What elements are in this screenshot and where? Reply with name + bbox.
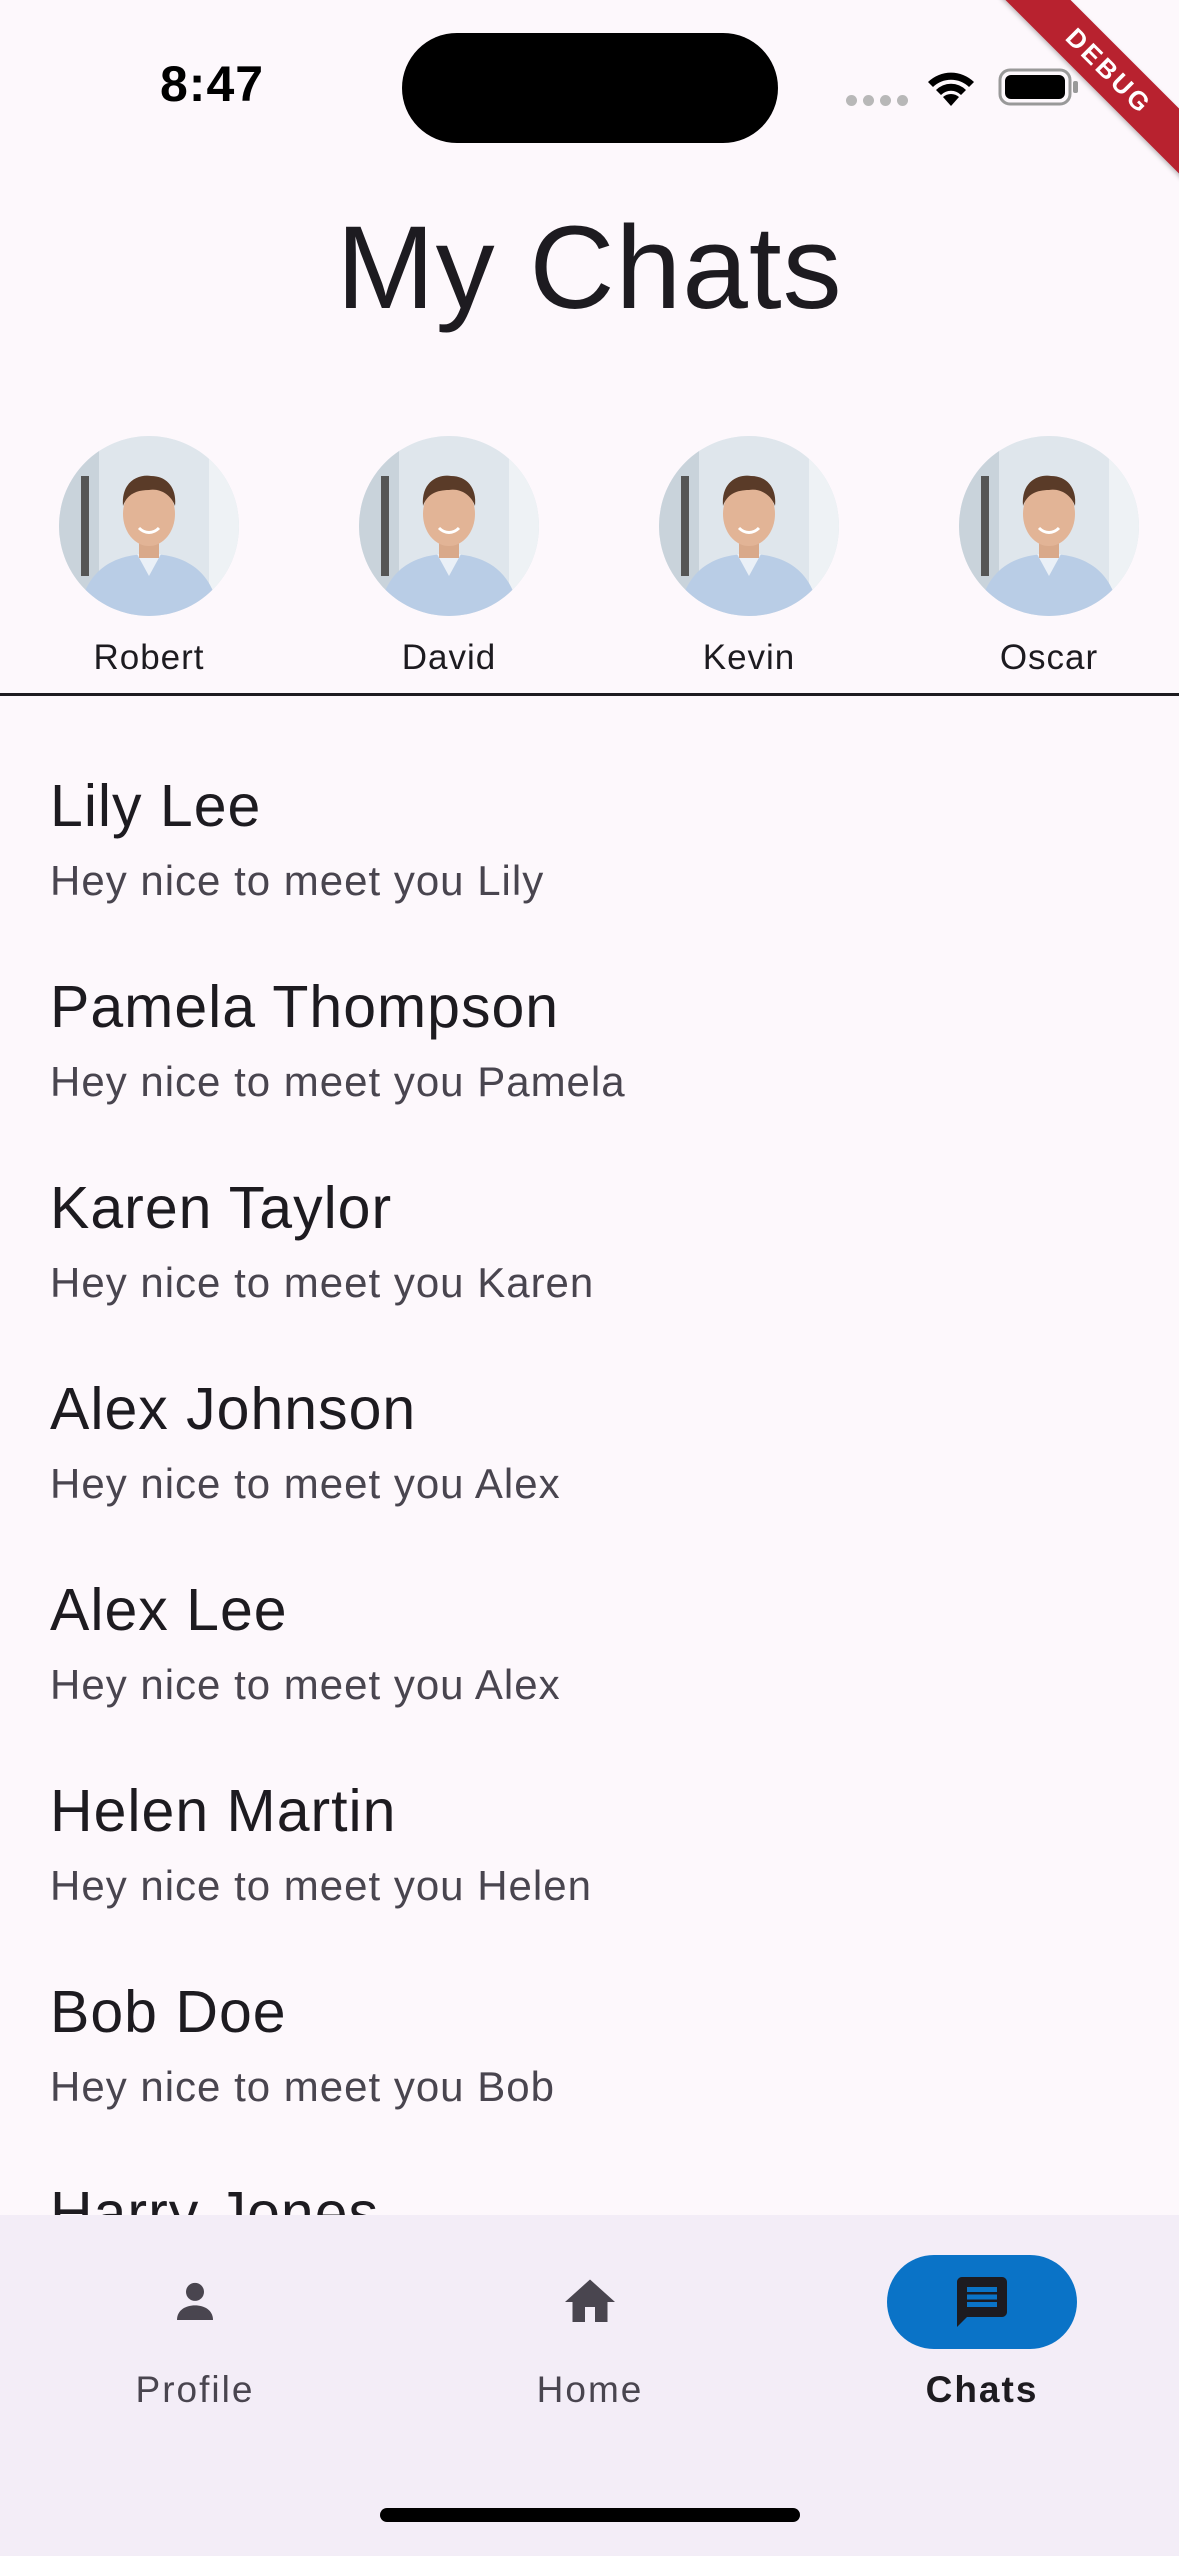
- cellular-signal-icon: [846, 95, 908, 106]
- story-name: Robert: [93, 638, 205, 677]
- chat-item[interactable]: Harry Jones: [0, 2104, 1179, 2215]
- chat-name: Bob Doe: [50, 1979, 287, 2045]
- home-indicator[interactable]: [380, 2508, 800, 2522]
- chat-name: Alex Lee: [50, 1577, 288, 1643]
- nav-item-chats[interactable]: Chats: [832, 2255, 1132, 2411]
- person-icon: [177, 2282, 213, 2320]
- chat-name: Alex Johnson: [50, 1376, 417, 1442]
- nav-item-profile[interactable]: Profile: [45, 2255, 345, 2411]
- story-oscar[interactable]: Oscar: [939, 436, 1159, 678]
- story-name: Oscar: [999, 638, 1099, 677]
- story-kevin[interactable]: Kevin: [639, 436, 859, 678]
- story-david[interactable]: David: [339, 436, 559, 678]
- status-bar: 8:47 DEBUG: [0, 0, 1179, 180]
- story-name: Kevin: [702, 638, 796, 677]
- stories-row: Robert David Kevin Oscar: [0, 436, 1179, 686]
- avatar: [59, 436, 239, 616]
- wifi-icon: [928, 72, 974, 106]
- divider: [0, 693, 1179, 696]
- chat-name: Harry Jones: [50, 2180, 380, 2215]
- chat-item[interactable]: Pamela Thompson Hey nice to meet you Pam…: [0, 898, 1179, 1105]
- chat-name: Helen Martin: [50, 1778, 397, 1844]
- avatar: [959, 436, 1139, 616]
- status-time: 8:47: [160, 56, 265, 112]
- chat-item[interactable]: Alex Johnson Hey nice to meet you Alex: [0, 1300, 1179, 1507]
- nav-indicator: [887, 2255, 1077, 2349]
- chat-item[interactable]: Bob Doe Hey nice to meet you Bob: [0, 1903, 1179, 2110]
- chat-list[interactable]: Lily Lee Hey nice to meet you Lily Pamel…: [0, 697, 1179, 2215]
- chat-item[interactable]: Alex Lee Hey nice to meet you Alex: [0, 1501, 1179, 1708]
- avatar: [359, 436, 539, 616]
- bottom-navigation-bar: Profile Home Chats: [0, 2215, 1179, 2556]
- chat-item[interactable]: Karen Taylor Hey nice to meet you Karen: [0, 1099, 1179, 1306]
- chat-item[interactable]: Lily Lee Hey nice to meet you Lily: [0, 697, 1179, 904]
- page-title: My Chats: [336, 202, 843, 334]
- nav-label: Home: [536, 2369, 644, 2410]
- chat-item[interactable]: Helen Martin Hey nice to meet you Helen: [0, 1702, 1179, 1909]
- chat-name: Karen Taylor: [50, 1175, 393, 1241]
- avatar: [659, 436, 839, 616]
- story-name: David: [401, 638, 497, 677]
- nav-indicator: [495, 2255, 685, 2349]
- chat-icon: [957, 2277, 1007, 2327]
- nav-label: Profile: [135, 2369, 255, 2410]
- story-robert[interactable]: Robert: [39, 436, 259, 678]
- nav-indicator: [100, 2255, 290, 2349]
- chat-name: Lily Lee: [50, 773, 262, 839]
- nav-label: Chats: [925, 2369, 1039, 2410]
- battery-icon: [998, 68, 1078, 106]
- screen: 8:47 DEBUG My Chats Robert David Kevin O…: [0, 0, 1179, 2556]
- nav-item-home[interactable]: Home: [440, 2255, 740, 2411]
- home-icon: [565, 2279, 615, 2322]
- chat-name: Pamela Thompson: [50, 974, 560, 1040]
- dynamic-island: [402, 33, 778, 143]
